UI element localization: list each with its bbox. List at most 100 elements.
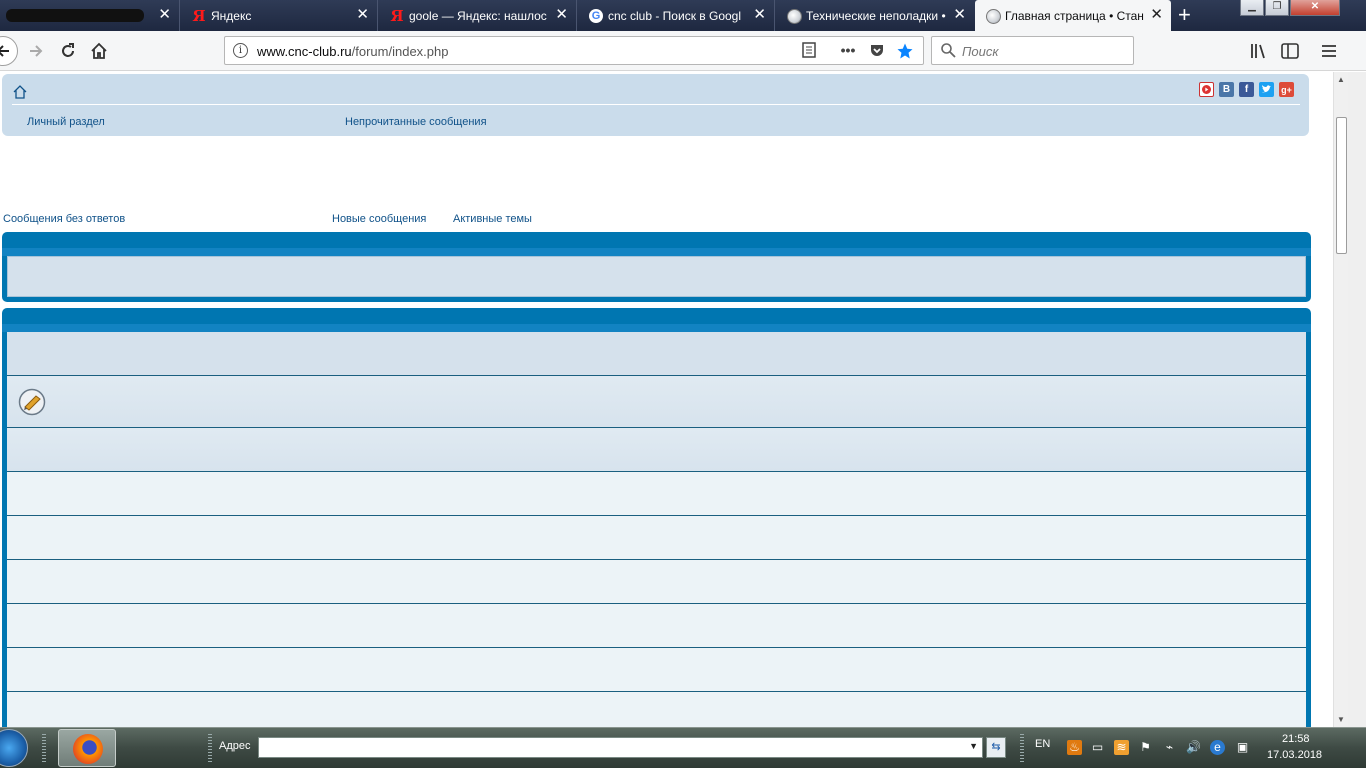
- personal-section-link[interactable]: Личный раздел: [27, 116, 105, 128]
- scroll-up-icon[interactable]: ▲: [1337, 75, 1345, 84]
- google-icon: G: [588, 8, 604, 24]
- reader-view-icon[interactable]: [800, 42, 818, 60]
- address-input[interactable]: ▼: [258, 737, 983, 758]
- window-edge: [1348, 72, 1366, 727]
- forum-folder-icon: [18, 388, 46, 416]
- language-indicator[interactable]: EN: [1035, 738, 1050, 750]
- close-icon[interactable]: ✕: [953, 7, 966, 23]
- tab-yandex[interactable]: Я Яндекс ✕: [181, 0, 378, 31]
- maximize-button[interactable]: ❐: [1265, 0, 1289, 16]
- tray-utility-icon[interactable]: ≋: [1114, 740, 1129, 755]
- scroll-thumb[interactable]: [1336, 117, 1347, 254]
- monitor-icon[interactable]: ▭: [1090, 740, 1105, 755]
- home-link-icon[interactable]: [12, 84, 28, 100]
- close-window-button[interactable]: ✕: [1290, 0, 1340, 16]
- firefox-taskbar-button[interactable]: [58, 729, 116, 767]
- forum-category-block: [2, 308, 1311, 727]
- volume-icon[interactable]: 🔊: [1186, 740, 1201, 755]
- home-icon: [91, 42, 107, 59]
- minimize-button[interactable]: ▁: [1240, 0, 1264, 16]
- header-divider: [12, 104, 1300, 105]
- taskbar: Адрес ▼ ⇆ EN ♨ ▭ ≋ ⚑ ⌁ 🔊 e ▣ 21:58 17.03…: [0, 727, 1366, 768]
- social-links: B f g+: [1199, 82, 1299, 97]
- forum-row[interactable]: [7, 692, 1306, 727]
- action-center-flag-icon[interactable]: ⚑: [1138, 740, 1153, 755]
- clock-time[interactable]: 21:58: [1282, 733, 1310, 745]
- menu-icon[interactable]: [1317, 39, 1341, 63]
- new-tab-button[interactable]: +: [1178, 3, 1191, 27]
- forum-row[interactable]: [7, 648, 1306, 692]
- close-icon[interactable]: ✕: [356, 7, 369, 23]
- close-icon[interactable]: ✕: [1150, 7, 1163, 23]
- yandex-icon: Я: [390, 7, 404, 25]
- vk-icon[interactable]: B: [1219, 82, 1234, 97]
- taskbar-grip: [42, 734, 46, 762]
- clock-date[interactable]: 17.03.2018: [1267, 749, 1322, 761]
- active-topics-link[interactable]: Активные темы: [453, 213, 532, 225]
- power-icon[interactable]: ⌁: [1162, 740, 1177, 755]
- forum-row[interactable]: [7, 376, 1306, 428]
- firefox-icon: [73, 734, 103, 764]
- network-icon[interactable]: ▣: [1235, 740, 1250, 755]
- redacted-title: [6, 9, 144, 22]
- url-path: /forum/index.php: [351, 44, 449, 59]
- close-icon[interactable]: ✕: [555, 7, 568, 23]
- reload-button[interactable]: [56, 39, 80, 63]
- tray-service-icon[interactable]: e: [1210, 740, 1225, 755]
- site-info-icon[interactable]: i: [233, 43, 248, 58]
- scroll-down-icon[interactable]: ▼: [1337, 715, 1345, 724]
- tab-tech-issues[interactable]: Технические неполадки • ✕: [776, 0, 974, 31]
- category-header-band: [2, 248, 1311, 256]
- close-icon[interactable]: ✕: [158, 7, 171, 23]
- back-button[interactable]: [0, 36, 18, 66]
- start-button[interactable]: [0, 729, 28, 767]
- forward-button[interactable]: [24, 39, 48, 63]
- tab-label: Главная страница • Стан: [1005, 9, 1144, 23]
- reload-icon: [62, 43, 74, 57]
- twitter-icon[interactable]: [1259, 82, 1274, 97]
- yandex-icon: Я: [192, 7, 206, 25]
- url-bar[interactable]: i www.cnc-club.ru/forum/index.php •••: [224, 36, 924, 65]
- facebook-icon[interactable]: f: [1239, 82, 1254, 97]
- google-plus-icon[interactable]: g+: [1279, 82, 1294, 97]
- cnc-club-icon: [786, 8, 802, 24]
- tab-yandex-search[interactable]: Я goole — Яндекс: нашлос ✕: [379, 0, 577, 31]
- search-bar[interactable]: Поиск: [931, 36, 1134, 65]
- library-icon[interactable]: [1247, 39, 1271, 63]
- forum-row[interactable]: [7, 428, 1306, 472]
- tab-label: goole — Яндекс: нашлос: [409, 9, 547, 23]
- tab-label: Яндекс: [211, 9, 252, 23]
- bookmark-star-icon[interactable]: [896, 42, 914, 60]
- forum-row[interactable]: [7, 472, 1306, 516]
- tray-app-icon[interactable]: ♨: [1067, 740, 1082, 755]
- tab-google[interactable]: G cnc club - Поиск в Googl ✕: [578, 0, 775, 31]
- cnc-club-icon: [985, 8, 1001, 24]
- forum-row[interactable]: [7, 604, 1306, 648]
- page-actions-icon[interactable]: •••: [839, 42, 857, 60]
- tab-redacted[interactable]: ✕: [0, 0, 180, 31]
- url-text[interactable]: www.cnc-club.ru/forum/index.php: [257, 44, 448, 59]
- sidebar-icon[interactable]: [1278, 39, 1302, 63]
- dropdown-arrow-icon[interactable]: ▼: [969, 741, 978, 751]
- search-icon: [941, 43, 956, 58]
- category-header-band: [2, 324, 1311, 332]
- tab-label: Технические неполадки •: [806, 9, 946, 23]
- forum-row[interactable]: [7, 560, 1306, 604]
- toolbar-grip: [208, 734, 212, 762]
- go-icon[interactable]: ⇆: [986, 737, 1006, 758]
- search-placeholder: Поиск: [962, 44, 999, 59]
- tab-main-page[interactable]: Главная страница • Стан ✕: [975, 0, 1171, 31]
- unanswered-posts-link[interactable]: Сообщения без ответов: [3, 213, 125, 225]
- new-posts-link[interactable]: Новые сообщения: [332, 213, 426, 225]
- unread-posts-link[interactable]: Непрочитанные сообщения: [345, 116, 487, 128]
- page-content: B f g+ Личный раздел Непрочитанные сообщ…: [0, 72, 1333, 727]
- back-arrow-icon: [0, 45, 9, 57]
- pocket-icon[interactable]: [868, 42, 886, 60]
- close-icon[interactable]: ✕: [753, 7, 766, 23]
- page-scrollbar[interactable]: ▲ ▼: [1333, 72, 1348, 727]
- forum-row: [7, 256, 1306, 297]
- forum-row[interactable]: [7, 516, 1306, 560]
- home-button[interactable]: [87, 39, 111, 63]
- tab-label: cnc club - Поиск в Googl: [608, 9, 742, 23]
- youtube-icon[interactable]: [1199, 82, 1214, 97]
